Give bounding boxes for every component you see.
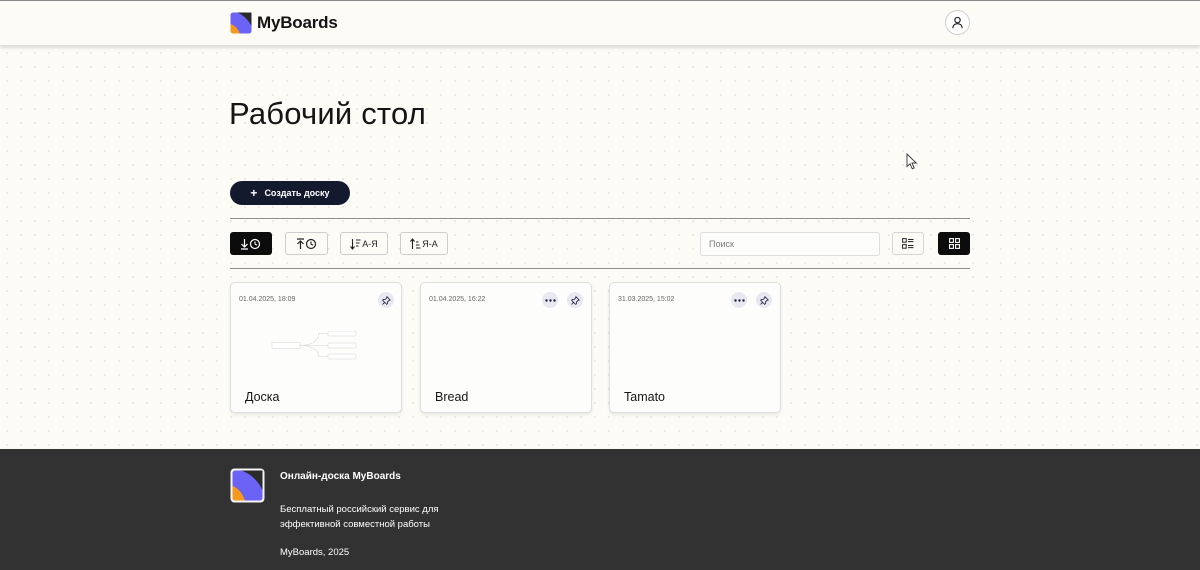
sort-a-z-button[interactable]: А-Я — [340, 232, 388, 255]
sort-oldest-icon — [296, 237, 316, 249]
create-board-label: Создать доску — [264, 188, 330, 198]
create-board-button[interactable]: + Создать доску — [230, 181, 350, 205]
sort-newest-button[interactable] — [230, 232, 272, 255]
board-date: 01.04.2025, 16:22 — [429, 296, 486, 303]
pin-icon — [570, 295, 580, 305]
grid-view-icon — [948, 238, 960, 249]
board-title: Доска — [245, 390, 280, 404]
app-name[interactable]: MyBoards — [257, 12, 338, 34]
pin-icon — [759, 295, 769, 305]
site-footer: Онлайн-доска MyBoards Бесплатный российс… — [0, 449, 1200, 570]
sort-a-z-icon — [350, 238, 361, 250]
board-date: 31.03.2025, 15:02 — [618, 296, 675, 303]
sort-z-a-button[interactable]: Я-А — [400, 232, 448, 255]
myboards-logo-icon[interactable] — [230, 468, 265, 503]
board-card[interactable]: 01.04.2025, 18:09 Доска — [230, 282, 402, 413]
pin-button[interactable] — [378, 292, 394, 308]
profile-button[interactable] — [945, 10, 970, 35]
sort-z-a-icon — [410, 237, 421, 249]
plus-icon: + — [250, 186, 258, 200]
board-title: Tamato — [624, 390, 665, 404]
pin-icon — [381, 295, 391, 305]
toolbar-divider-bottom — [230, 268, 970, 269]
search-input[interactable] — [700, 232, 880, 256]
list-view-button[interactable] — [892, 232, 924, 255]
board-date: 01.04.2025, 18:09 — [239, 296, 296, 303]
page-title: Рабочий стол — [229, 96, 426, 131]
board-preview-mindmap — [271, 331, 357, 360]
grid-view-button[interactable] — [938, 232, 970, 255]
sort-oldest-button[interactable] — [285, 232, 328, 255]
pin-button[interactable] — [567, 292, 583, 308]
user-icon — [952, 16, 963, 29]
board-menu-button[interactable] — [731, 292, 747, 308]
list-view-icon — [902, 238, 914, 249]
more-horizontal-icon — [544, 298, 556, 302]
board-menu-button[interactable] — [542, 292, 558, 308]
dashboard: Рабочий стол + Создать доску А-Я Я-А Пои… — [0, 46, 1200, 449]
board-card[interactable]: 01.04.2025, 16:22 Bread — [420, 282, 592, 413]
footer-copyright: MyBoards, 2025 — [280, 547, 350, 558]
toolbar-divider-top — [230, 218, 970, 219]
board-card[interactable]: 31.03.2025, 15:02 Tamato — [609, 282, 781, 413]
board-title: Bread — [435, 390, 469, 404]
sort-newest-icon — [241, 238, 261, 250]
footer-description: Бесплатный российский сервис для эффекти… — [280, 504, 439, 530]
footer-title: Онлайн-доска MyBoards — [280, 471, 401, 482]
sort-z-a-label: Я-А — [422, 238, 438, 249]
more-horizontal-icon — [733, 298, 745, 302]
sort-a-z-label: А-Я — [362, 238, 378, 249]
myboards-logo-icon[interactable] — [230, 12, 252, 34]
pin-button[interactable] — [756, 292, 772, 308]
mouse-cursor-icon — [906, 153, 918, 170]
site-header: MyBoards — [0, 1, 1200, 46]
